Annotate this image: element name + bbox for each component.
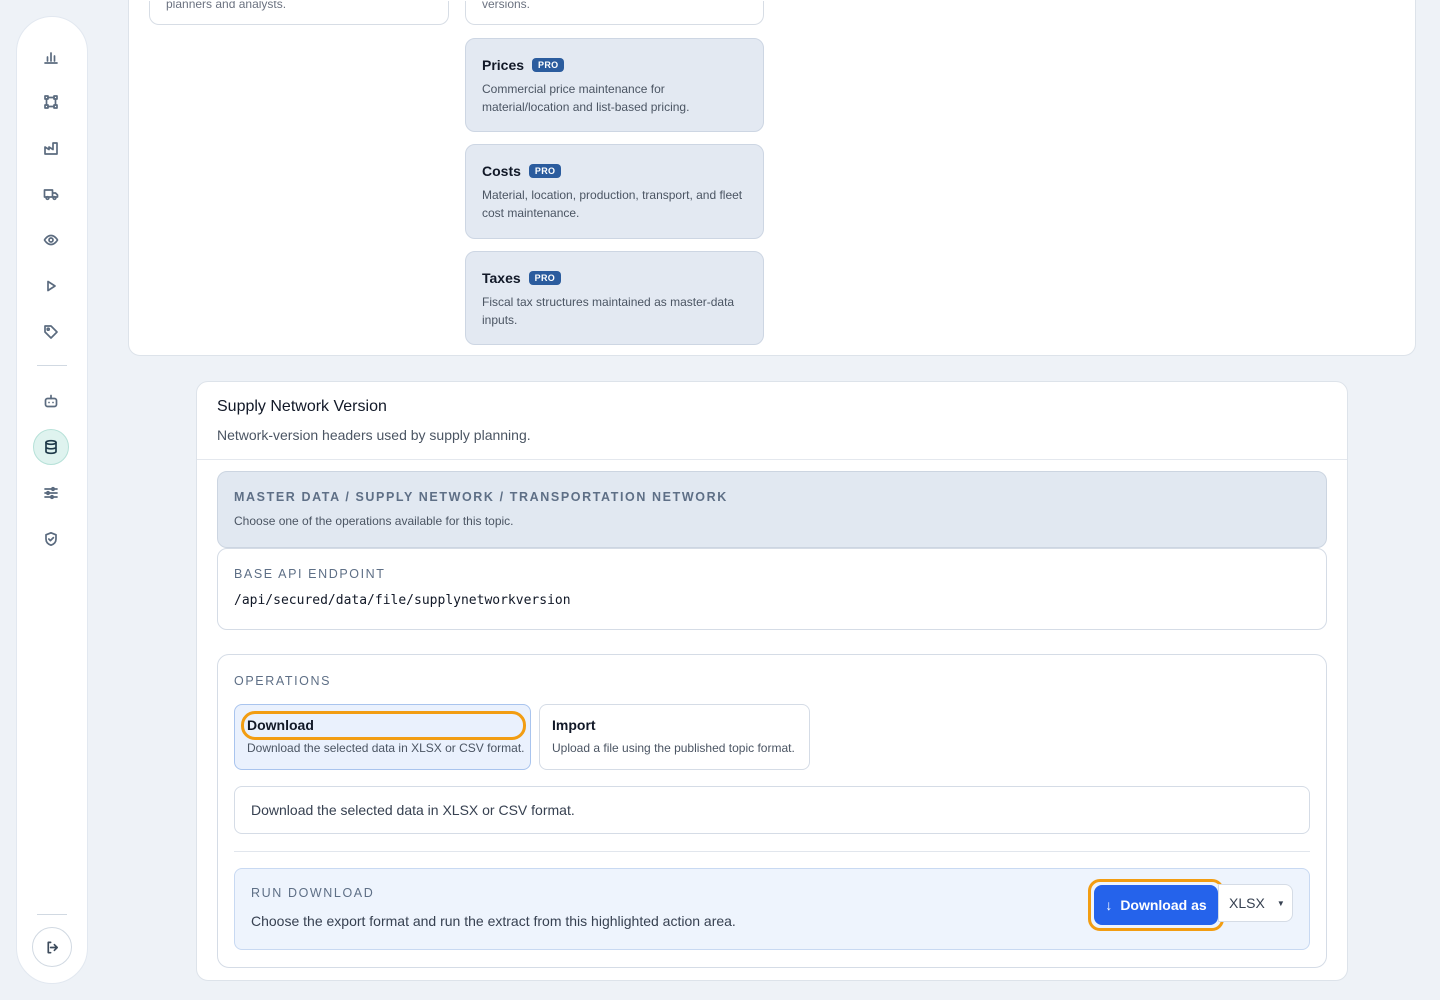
topic-card-partial[interactable]: planners and analysts.: [149, 1, 449, 25]
breadcrumb: MASTER DATA / SUPPLY NETWORK / TRANSPORT…: [234, 490, 728, 504]
breadcrumb-box: MASTER DATA / SUPPLY NETWORK / TRANSPORT…: [217, 471, 1327, 548]
nav-settings[interactable]: [33, 475, 69, 511]
pro-badge: PRO: [528, 164, 562, 178]
endpoint-box: BASE API ENDPOINT /api/secured/data/file…: [217, 548, 1327, 630]
page-subtitle: Network-version headers used by supply p…: [217, 427, 531, 443]
operation-download[interactable]: Download Download the selected data in X…: [234, 704, 531, 770]
topic-title-row: Costs PRO: [482, 163, 747, 179]
logout-icon: [46, 941, 58, 953]
bar-chart-icon: [44, 52, 58, 64]
panel-header: Supply Network Version Network-version h…: [197, 382, 1347, 460]
download-button-label: Download as: [1120, 897, 1207, 913]
nav-analytics[interactable]: [33, 39, 69, 75]
topic-description: Commercial price maintenance for materia…: [482, 82, 690, 114]
nav-security[interactable]: [33, 521, 69, 557]
breadcrumb-hint: Choose one of the operations available f…: [234, 514, 514, 528]
database-icon: [45, 439, 57, 455]
robot-icon: [44, 394, 58, 408]
topic-card-taxes[interactable]: Taxes PRO Fiscal tax structures maintain…: [465, 251, 764, 345]
nav-master-data[interactable]: [33, 429, 69, 465]
operation-detail: Download the selected data in XLSX or CS…: [234, 786, 1310, 834]
operations-box: OPERATIONS Download Download the selecte…: [217, 654, 1327, 968]
operation-import[interactable]: Import Upload a file using the published…: [539, 704, 810, 770]
topic-title: Taxes: [482, 270, 521, 286]
pro-badge: PRO: [528, 271, 562, 285]
format-value: XLSX: [1229, 895, 1265, 911]
operation-title: Import: [552, 717, 596, 733]
topic-title-row: Taxes PRO: [482, 270, 747, 286]
topic-description: Fiscal tax structures maintained as mast…: [482, 295, 735, 327]
nav-assistant[interactable]: [33, 383, 69, 419]
endpoint-label: BASE API ENDPOINT: [234, 567, 386, 581]
nav-run[interactable]: [33, 268, 69, 304]
factory-icon: [44, 142, 58, 155]
nav-pricing[interactable]: [33, 314, 69, 350]
endpoint-value: /api/secured/data/file/supplynetworkvers…: [234, 593, 571, 608]
chevron-down-icon: ▼: [1276, 898, 1285, 908]
nav-network[interactable]: [33, 84, 69, 120]
pro-badge: PRO: [532, 58, 565, 72]
tag-icon: [44, 325, 58, 339]
topic-card-costs[interactable]: Costs PRO Material, location, production…: [465, 144, 764, 239]
logout-button[interactable]: [32, 927, 72, 967]
topic-card-partial[interactable]: versions.: [465, 1, 764, 25]
topic-card-partial-text: versions.: [482, 1, 531, 11]
sidebar-divider: [37, 914, 67, 915]
topic-description: Material, location, production, transpor…: [482, 188, 743, 220]
nav-production[interactable]: [33, 130, 69, 166]
page-title: Supply Network Version: [217, 398, 387, 415]
topic-card-prices[interactable]: Prices PRO Commercial price maintenance …: [465, 38, 764, 132]
truck-icon: [43, 189, 59, 201]
download-as-button[interactable]: ↓ Download as: [1094, 885, 1218, 925]
format-select[interactable]: XLSX ▼: [1218, 884, 1293, 922]
topic-title: Costs: [482, 163, 521, 179]
divider: [234, 851, 1310, 852]
topic-title: Prices: [482, 57, 525, 73]
play-icon: [47, 280, 56, 292]
operation-title: Download: [247, 717, 314, 733]
run-download-area: RUN DOWNLOAD Choose the export format an…: [234, 868, 1310, 950]
nav-visibility[interactable]: [33, 222, 69, 258]
topic-detail-panel: Supply Network Version Network-version h…: [196, 381, 1348, 981]
sidebar: [16, 16, 88, 984]
topic-card-partial-text: planners and analysts.: [166, 1, 287, 11]
network-nodes-icon: [44, 95, 58, 109]
sidebar-divider: [37, 365, 67, 366]
topic-title-row: Prices PRO: [482, 57, 747, 73]
shield-check-icon: [45, 531, 57, 547]
eye-icon: [43, 234, 59, 246]
sliders-icon: [44, 486, 58, 500]
focus-highlight: ↓ Download as: [1088, 879, 1224, 931]
operation-description: Upload a file using the published topic …: [552, 741, 795, 755]
download-arrow-icon: ↓: [1105, 897, 1113, 913]
topics-panel: planners and analysts. versions. Prices …: [128, 0, 1416, 356]
nav-transport[interactable]: [33, 176, 69, 212]
operations-label: OPERATIONS: [234, 674, 332, 688]
operation-description: Download the selected data in XLSX or CS…: [247, 741, 525, 755]
